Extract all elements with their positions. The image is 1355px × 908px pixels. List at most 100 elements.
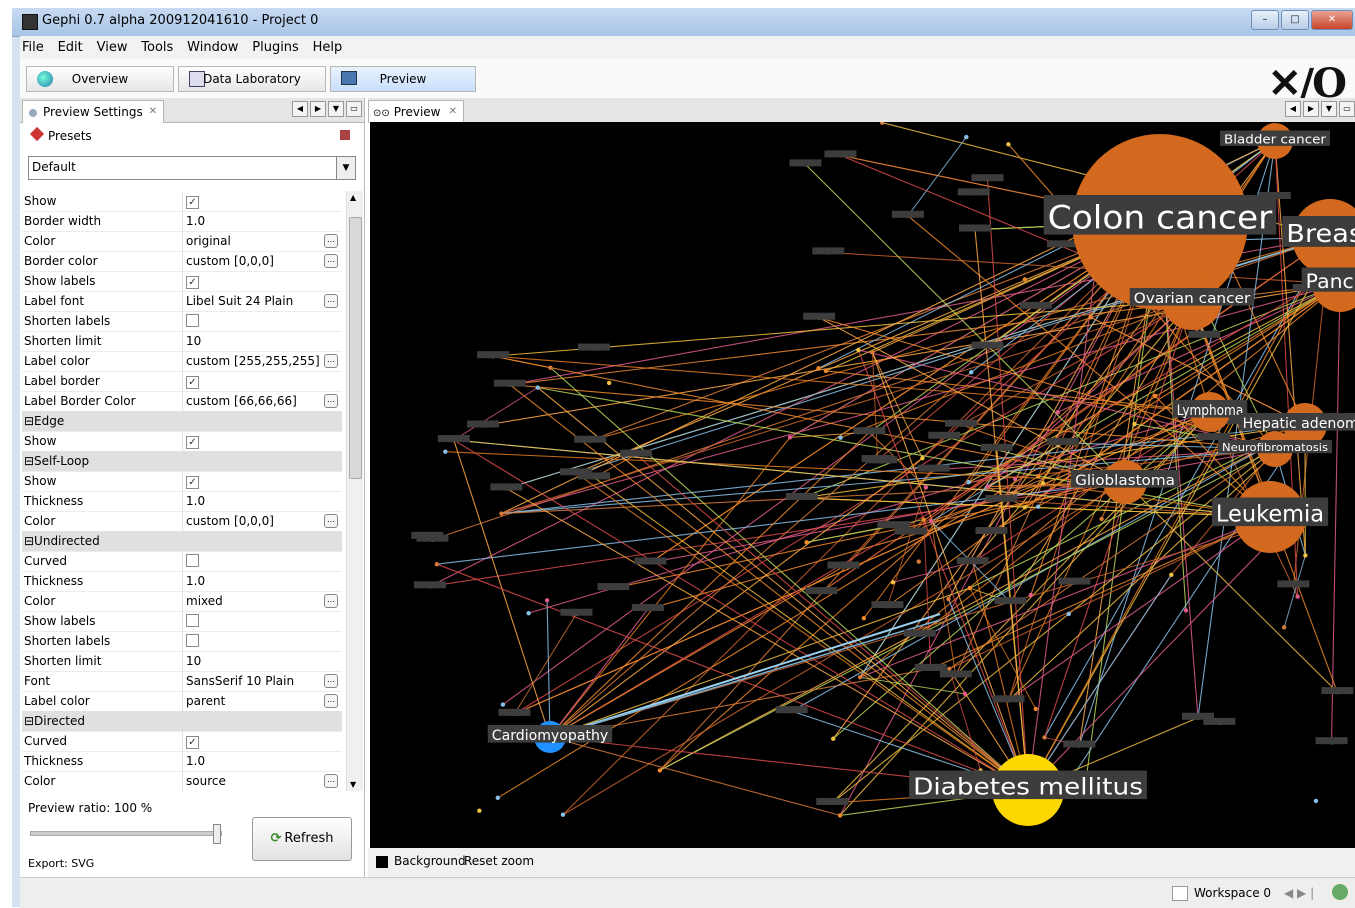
desktop-edge: [0, 8, 12, 907]
graph-node: [917, 559, 921, 563]
next-tab-icon[interactable]: ▶: [1303, 101, 1319, 117]
refresh-button[interactable]: ⟳Refresh: [252, 817, 352, 861]
scroll-thumb[interactable]: [349, 217, 362, 479]
scroll-up-icon[interactable]: ▲: [350, 193, 356, 202]
slider-knob[interactable]: [213, 824, 221, 844]
property-value[interactable]: Libel Suit 24 Plain: [186, 294, 326, 308]
property-name: Curved: [24, 734, 180, 748]
data-laboratory-button[interactable]: Data Laboratory: [178, 66, 326, 92]
menu-tools[interactable]: Tools: [139, 36, 173, 55]
property-checkbox[interactable]: ✓: [186, 736, 199, 749]
menu-plugins[interactable]: Plugins: [250, 36, 299, 55]
pencil-icon: [30, 127, 44, 141]
menu-view[interactable]: View: [95, 36, 128, 55]
ellipsis-button[interactable]: …: [324, 254, 338, 268]
property-checkbox[interactable]: ✓: [186, 276, 199, 289]
column-divider: [182, 211, 183, 231]
workspace-label[interactable]: Workspace 0: [1194, 886, 1271, 900]
graph-node: [891, 580, 895, 584]
scroll-down-icon[interactable]: ▼: [350, 780, 356, 789]
menu-help[interactable]: Help: [311, 36, 343, 55]
property-value[interactable]: 1.0: [186, 214, 326, 228]
maximize-panel-icon[interactable]: ▭: [1339, 101, 1355, 117]
ellipsis-button[interactable]: …: [324, 674, 338, 688]
tab-preview[interactable]: ⊙⊙Preview ✕: [368, 100, 464, 123]
minimize-button[interactable]: –: [1251, 10, 1279, 30]
close-tab-icon[interactable]: ✕: [149, 101, 157, 123]
ellipsis-button[interactable]: …: [324, 514, 338, 528]
graph-node: [1066, 612, 1070, 616]
ellipsis-button[interactable]: …: [324, 294, 338, 308]
node-mini-label: [957, 557, 989, 564]
property-value[interactable]: custom [0,0,0]: [186, 514, 326, 528]
overview-button[interactable]: Overview: [26, 66, 174, 92]
prev-tab-icon[interactable]: ◀: [1285, 101, 1301, 117]
dropdown-icon[interactable]: ▼: [328, 101, 344, 117]
close-tab-icon[interactable]: ✕: [449, 101, 457, 123]
export-label[interactable]: Export: SVG: [28, 857, 94, 870]
property-scrollbar[interactable]: ▲ ▼: [346, 191, 363, 791]
next-tab-icon[interactable]: ▶: [310, 101, 326, 117]
menu-edit[interactable]: Edit: [56, 36, 83, 55]
node-mini-label: [971, 342, 1003, 349]
menu-file[interactable]: File: [20, 36, 44, 55]
property-value[interactable]: custom [0,0,0]: [186, 254, 326, 268]
node-mini-label: [994, 597, 1026, 604]
property-value[interactable]: mixed: [186, 594, 326, 608]
property-value[interactable]: 1.0: [186, 754, 326, 768]
property-value[interactable]: original: [186, 234, 326, 248]
graph-node: [1006, 142, 1010, 146]
ellipsis-button[interactable]: …: [324, 394, 338, 408]
property-value[interactable]: custom [255,255,255]: [186, 354, 326, 368]
property-value[interactable]: 1.0: [186, 574, 326, 588]
preset-select[interactable]: Default ▼: [28, 156, 356, 180]
prev-tab-icon[interactable]: ◀: [292, 101, 308, 117]
graph-node: [1041, 481, 1045, 485]
property-value[interactable]: custom [66,66,66]: [186, 394, 326, 408]
property-checkbox[interactable]: [186, 634, 199, 647]
graph-node: [1295, 594, 1299, 598]
preview-button[interactable]: Preview: [330, 66, 476, 92]
ellipsis-button[interactable]: …: [324, 774, 338, 788]
workspace-nav-arrows[interactable]: ◀ ▶ |: [1284, 886, 1314, 900]
tab-preview-settings[interactable]: Preview Settings ✕: [22, 100, 164, 123]
property-checkbox[interactable]: ✓: [186, 476, 199, 489]
property-value[interactable]: 10: [186, 654, 326, 668]
property-category[interactable]: ⊟Directed: [22, 711, 342, 732]
property-checkbox[interactable]: ✓: [186, 196, 199, 209]
column-divider: [182, 251, 183, 271]
preview-ratio-slider[interactable]: [30, 831, 222, 836]
ellipsis-button[interactable]: …: [324, 694, 338, 708]
ellipsis-button[interactable]: …: [324, 354, 338, 368]
property-checkbox[interactable]: ✓: [186, 376, 199, 389]
maximize-button[interactable]: □: [1281, 10, 1309, 30]
maximize-panel-icon[interactable]: ▭: [346, 101, 362, 117]
property-category[interactable]: ⊟Undirected: [22, 531, 342, 552]
node-mini-label: [438, 435, 470, 442]
property-value[interactable]: 10: [186, 334, 326, 348]
close-button[interactable]: ✕: [1311, 10, 1353, 30]
ellipsis-button[interactable]: …: [324, 594, 338, 608]
graph-preview-canvas[interactable]: Colon cancerBreastPancreBladder cancerOv…: [370, 122, 1355, 848]
graph-node: [496, 796, 500, 800]
reset-zoom-button[interactable]: Reset zoom: [464, 854, 534, 868]
dropdown-icon[interactable]: ▼: [1321, 101, 1337, 117]
property-value[interactable]: SansSerif 10 Plain: [186, 674, 326, 688]
property-checkbox[interactable]: [186, 614, 199, 627]
property-category[interactable]: ⊟Edge: [22, 411, 342, 432]
property-value[interactable]: parent: [186, 694, 326, 708]
background-color-swatch[interactable]: [376, 856, 388, 868]
property-value[interactable]: source: [186, 774, 326, 788]
background-button[interactable]: Background: [394, 854, 466, 868]
menu-window[interactable]: Window: [185, 36, 238, 55]
property-checkbox[interactable]: [186, 554, 199, 567]
property-checkbox[interactable]: ✓: [186, 436, 199, 449]
property-category[interactable]: ⊟Self-Loop: [22, 451, 342, 472]
property-checkbox[interactable]: [186, 314, 199, 327]
save-icon[interactable]: [340, 130, 350, 140]
refresh-icon: ⟳: [271, 818, 282, 860]
property-value: ✓: [186, 374, 326, 389]
ellipsis-button[interactable]: …: [324, 234, 338, 248]
property-value[interactable]: 1.0: [186, 494, 326, 508]
graph-node: [969, 370, 973, 374]
